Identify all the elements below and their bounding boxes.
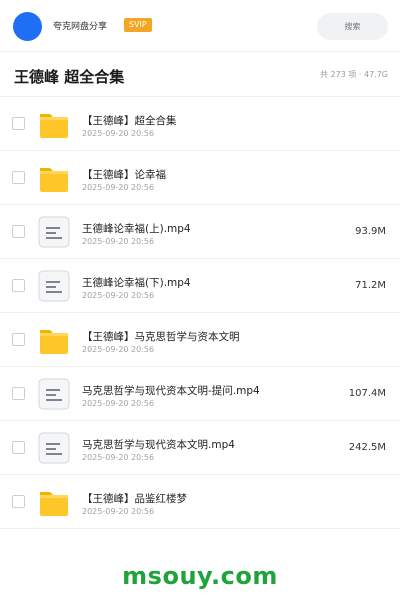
file-name[interactable]: 【王德峰】超全合集 bbox=[82, 113, 177, 128]
row-checkbox[interactable] bbox=[12, 279, 25, 292]
file-list: 【王德峰】超全合集 2025-09-20 20:56 【王德峰】论幸福 2025-09… bbox=[0, 97, 400, 529]
file-date: 2025-09-20 20:56 bbox=[82, 183, 155, 192]
row-checkbox[interactable] bbox=[12, 171, 25, 184]
video-file-icon bbox=[38, 378, 70, 410]
file-row[interactable]: 马克思哲学与现代资本文明-提问.mp4 2025-09-20 20:56 107.4… bbox=[0, 367, 400, 421]
page-title: 王德峰 超全合集 bbox=[14, 68, 125, 86]
video-file-icon bbox=[38, 270, 70, 302]
video-file-icon bbox=[38, 216, 70, 248]
item-summary: 共 273 项 · 47.7G bbox=[320, 70, 388, 79]
file-size: 107.4M bbox=[348, 388, 386, 399]
row-checkbox[interactable] bbox=[12, 495, 25, 508]
file-name[interactable]: 【王德峰】论幸福 bbox=[82, 167, 166, 182]
file-row[interactable]: 【王德峰】品鉴红楼梦 2025-09-20 20:56 bbox=[0, 475, 400, 529]
file-row[interactable]: 【王德峰】论幸福 2025-09-20 20:56 bbox=[0, 151, 400, 205]
search-input[interactable] bbox=[317, 13, 388, 40]
file-row[interactable]: 【王德峰】马克思哲学与资本文明 2025-09-20 20:56 bbox=[0, 313, 400, 367]
file-name[interactable]: 王德峰论幸福(下).mp4 bbox=[82, 275, 191, 290]
file-size: 71.2M bbox=[355, 280, 386, 291]
title-bar: 王德峰 超全合集 共 273 项 · 47.7G bbox=[0, 52, 400, 97]
file-row[interactable]: 马克思哲学与现代资本文明.mp4 2025-09-20 20:56 242.5M bbox=[0, 421, 400, 475]
row-checkbox[interactable] bbox=[12, 225, 25, 238]
file-size: 242.5M bbox=[348, 442, 386, 453]
file-row[interactable]: 王德峰论幸福(上).mp4 2025-09-20 20:56 93.9M bbox=[0, 205, 400, 259]
file-size: 93.9M bbox=[355, 226, 386, 237]
folder-icon bbox=[38, 108, 70, 140]
avatar[interactable] bbox=[13, 12, 42, 41]
file-date: 2025-09-20 20:56 bbox=[82, 453, 155, 462]
row-checkbox[interactable] bbox=[12, 333, 25, 346]
file-date: 2025-09-20 20:56 bbox=[82, 399, 155, 408]
file-name[interactable]: 马克思哲学与现代资本文明-提问.mp4 bbox=[82, 383, 260, 398]
file-date: 2025-09-20 20:56 bbox=[82, 129, 155, 138]
file-date: 2025-09-20 20:56 bbox=[82, 291, 155, 300]
row-checkbox[interactable] bbox=[12, 117, 25, 130]
file-date: 2025-09-20 20:56 bbox=[82, 507, 155, 516]
share-title: 夸克网盘分享 bbox=[53, 22, 108, 32]
file-row[interactable]: 【王德峰】超全合集 2025-09-20 20:56 bbox=[0, 97, 400, 151]
video-file-icon bbox=[38, 432, 70, 464]
folder-icon bbox=[38, 486, 70, 518]
header: 夸克网盘分享 SVIP bbox=[0, 0, 400, 52]
row-checkbox[interactable] bbox=[12, 441, 25, 454]
row-checkbox[interactable] bbox=[12, 387, 25, 400]
folder-icon bbox=[38, 162, 70, 194]
folder-icon bbox=[38, 324, 70, 356]
svip-badge: SVIP bbox=[124, 18, 152, 32]
share-page: 夸克网盘分享 SVIP 王德峰 超全合集 共 273 项 · 47.7G 【王德… bbox=[0, 0, 400, 600]
watermark: msouy.com bbox=[122, 562, 278, 590]
file-name[interactable]: 王德峰论幸福(上).mp4 bbox=[82, 221, 191, 236]
file-name[interactable]: 【王德峰】马克思哲学与资本文明 bbox=[82, 329, 240, 344]
file-name[interactable]: 马克思哲学与现代资本文明.mp4 bbox=[82, 437, 235, 452]
file-row[interactable]: 王德峰论幸福(下).mp4 2025-09-20 20:56 71.2M bbox=[0, 259, 400, 313]
file-date: 2025-09-20 20:56 bbox=[82, 345, 155, 354]
file-name[interactable]: 【王德峰】品鉴红楼梦 bbox=[82, 491, 187, 506]
file-date: 2025-09-20 20:56 bbox=[82, 237, 155, 246]
